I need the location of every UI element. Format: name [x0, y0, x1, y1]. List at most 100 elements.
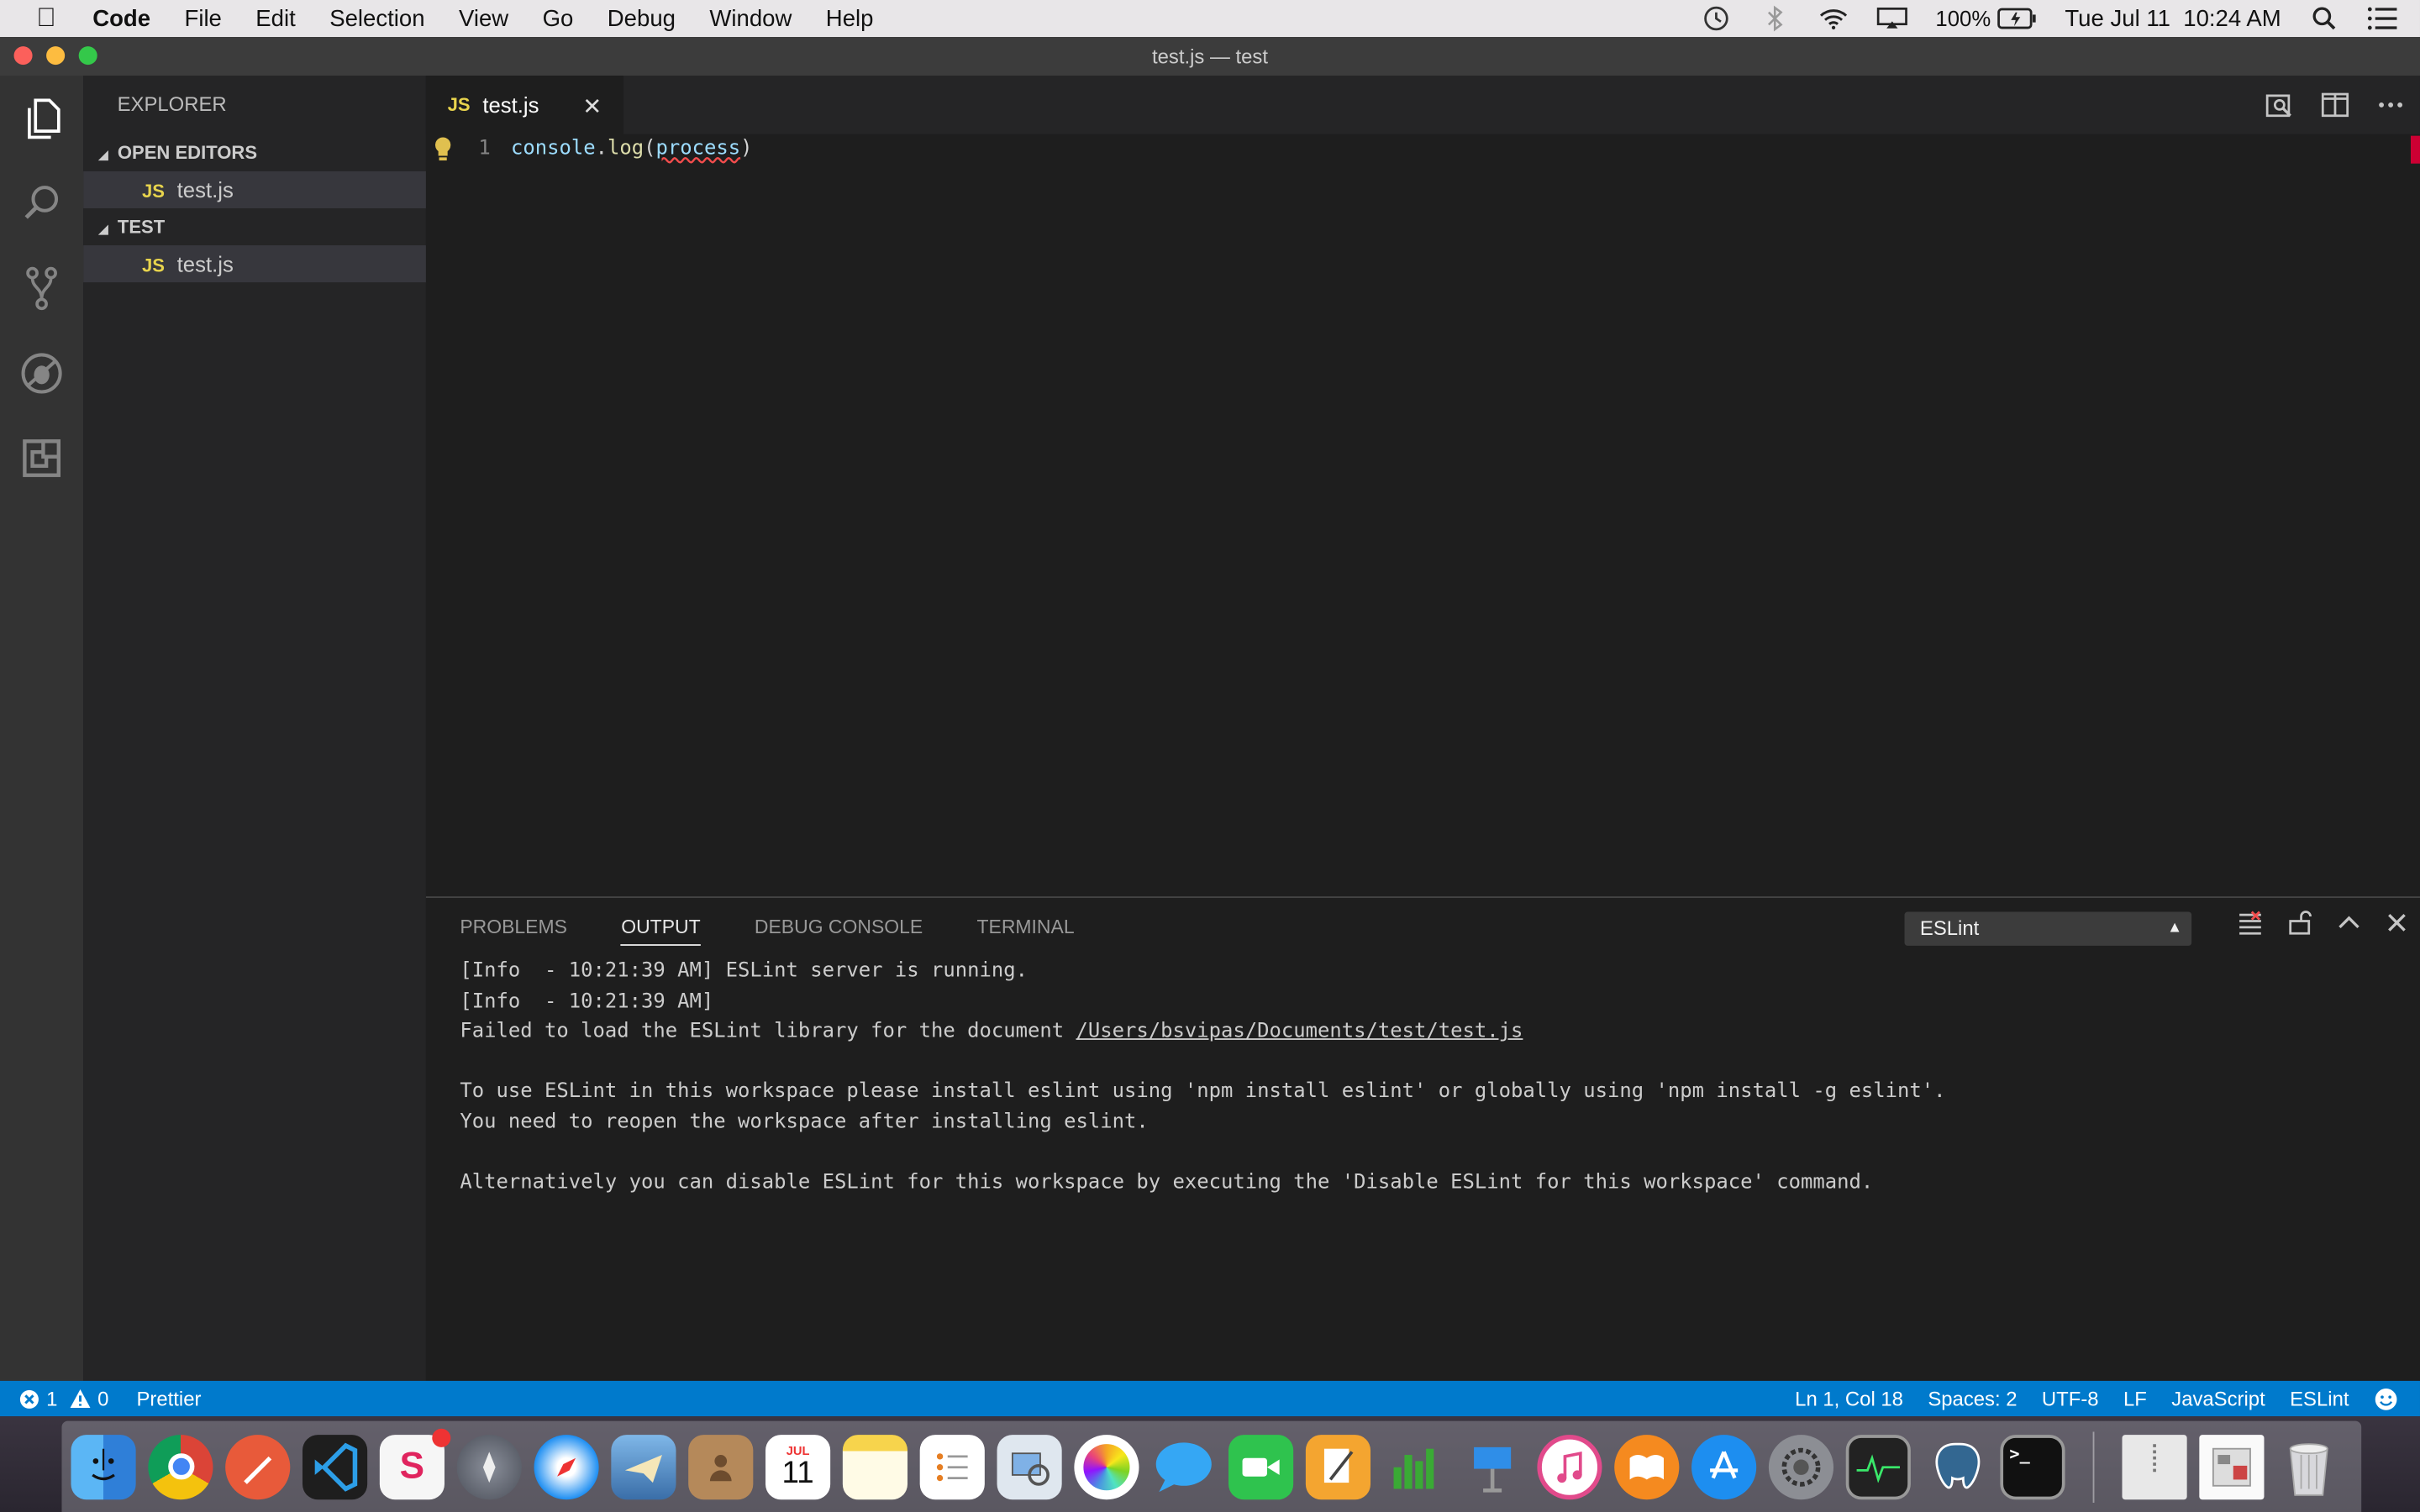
contacts-icon[interactable]: [688, 1434, 754, 1499]
output-log[interactable]: [Info - 10:21:39 AM] ESLint server is ru…: [460, 957, 1945, 1198]
menu-edit[interactable]: Edit: [255, 5, 295, 31]
eslint-status[interactable]: ESLint: [2290, 1387, 2349, 1410]
output-file-link[interactable]: /Users/bsvipas/Documents/test/test.js: [1076, 1020, 1523, 1043]
menu-selection[interactable]: Selection: [329, 5, 424, 31]
feedback-smiley-icon[interactable]: [2374, 1386, 2398, 1410]
scroll-lock-icon[interactable]: [2287, 911, 2312, 935]
wifi-icon[interactable]: [1818, 3, 1849, 34]
battery-icon: [1997, 8, 2036, 29]
keynote-icon[interactable]: [1460, 1434, 1525, 1499]
tab-problems[interactable]: PROBLEMS: [460, 916, 567, 946]
output-text: Failed to load the ESLint library for th…: [460, 1020, 1076, 1043]
search-activity[interactable]: [0, 160, 83, 245]
code-token-function: log: [607, 137, 644, 161]
messages-icon[interactable]: [1151, 1434, 1216, 1499]
close-window-button[interactable]: [13, 46, 33, 66]
notes-icon[interactable]: [842, 1434, 908, 1499]
maximize-panel-icon[interactable]: [2337, 915, 2361, 930]
menu-window[interactable]: Window: [709, 5, 792, 31]
extensions-activity[interactable]: [0, 415, 83, 500]
chrome-icon[interactable]: [148, 1434, 213, 1499]
debug-icon: [21, 352, 62, 393]
menu-app-name[interactable]: Code: [92, 5, 150, 31]
notification-center-icon[interactable]: [2367, 3, 2399, 34]
window-title: test.js — test: [1151, 45, 1268, 68]
photos-icon[interactable]: [1074, 1434, 1139, 1499]
vscode-icon[interactable]: [302, 1434, 368, 1499]
itunes-icon[interactable]: [1537, 1434, 1602, 1499]
numbers-icon[interactable]: [1383, 1434, 1448, 1499]
source-control-activity[interactable]: [0, 245, 83, 330]
facetime-icon[interactable]: [1228, 1434, 1294, 1499]
mail-icon[interactable]: [611, 1434, 676, 1499]
reminders-icon[interactable]: [919, 1434, 985, 1499]
launchpad-icon[interactable]: [456, 1434, 522, 1499]
tab-output[interactable]: OUTPUT: [621, 916, 701, 946]
app-store-icon[interactable]: [1691, 1434, 1757, 1499]
postgres-icon[interactable]: [1923, 1434, 1988, 1499]
calendar-icon[interactable]: JUL 11: [765, 1434, 831, 1499]
finder-icon[interactable]: [71, 1434, 136, 1499]
clear-output-icon[interactable]: [2238, 911, 2262, 935]
downloads-stack-icon[interactable]: [2199, 1434, 2265, 1499]
tab-debug-console[interactable]: DEBUG CONSOLE: [755, 916, 923, 946]
output-channel-select[interactable]: ESLint ▲: [1904, 911, 2192, 946]
menu-debug[interactable]: Debug: [608, 5, 676, 31]
battery-status[interactable]: 100%: [1935, 6, 2037, 31]
cursor-position[interactable]: Ln 1, Col 18: [1795, 1387, 1903, 1410]
minimize-window-button[interactable]: [46, 46, 66, 66]
indentation-status[interactable]: Spaces: 2: [1928, 1387, 2017, 1410]
menubar-clock[interactable]: Tue Jul 11 10:24 AM: [2065, 5, 2281, 31]
zip-archive-icon[interactable]: [2122, 1434, 2187, 1499]
pages-icon[interactable]: [1305, 1434, 1371, 1499]
lightbulb-icon[interactable]: [432, 136, 454, 164]
preview-icon[interactable]: [997, 1434, 1062, 1499]
output-line: To use ESLint in this workspace please i…: [460, 1079, 1946, 1104]
open-editors-section[interactable]: ◢ OPEN EDITORS: [83, 134, 426, 171]
debug-activity[interactable]: [0, 330, 83, 415]
open-preview-icon[interactable]: [2265, 91, 2293, 118]
menu-view[interactable]: View: [459, 5, 508, 31]
slack-icon[interactable]: S: [379, 1427, 451, 1499]
screen:  Code File Edit Selection View Go Debug…: [0, 0, 2420, 1512]
open-editor-item[interactable]: JS test.js: [83, 171, 426, 208]
folder-section[interactable]: ◢ TEST: [83, 208, 426, 245]
code-line[interactable]: console.log(process): [511, 137, 753, 160]
tab-test-js[interactable]: JS test.js ✕: [425, 75, 624, 134]
eol-status[interactable]: LF: [2123, 1387, 2147, 1410]
language-mode[interactable]: JavaScript: [2171, 1387, 2265, 1410]
zoom-window-button[interactable]: [78, 46, 97, 66]
ibooks-icon[interactable]: [1614, 1434, 1680, 1499]
close-panel-icon[interactable]: [2386, 912, 2408, 934]
airplay-icon[interactable]: [1876, 3, 1908, 34]
problems-status[interactable]: 1 0: [18, 1387, 108, 1410]
bottom-panel: PROBLEMS OUTPUT DEBUG CONSOLE TERMINAL E…: [425, 896, 2420, 1381]
trash-icon[interactable]: [2276, 1434, 2341, 1499]
pencil-app-icon[interactable]: [225, 1434, 291, 1499]
dock-divider: [2092, 1431, 2095, 1503]
system-preferences-icon[interactable]: [1768, 1434, 1834, 1499]
menu-go[interactable]: Go: [543, 5, 574, 31]
code-editor[interactable]: 1 console.log(process): [425, 134, 2420, 897]
encoding-status[interactable]: UTF-8: [2042, 1387, 2099, 1410]
folder-file-item[interactable]: JS test.js: [83, 245, 426, 283]
close-tab-icon[interactable]: ✕: [582, 92, 602, 120]
explorer-activity[interactable]: [0, 76, 83, 160]
time-machine-icon[interactable]: [1701, 3, 1732, 34]
terminal-icon[interactable]: >_: [2000, 1434, 2065, 1499]
more-actions-icon[interactable]: [2377, 100, 2405, 109]
tab-terminal[interactable]: TERMINAL: [977, 916, 1075, 946]
prettier-status[interactable]: Prettier: [136, 1387, 201, 1410]
split-editor-icon[interactable]: [2321, 92, 2349, 118]
menu-help[interactable]: Help: [826, 5, 874, 31]
spotlight-search-icon[interactable]: [2309, 3, 2340, 34]
activity-monitor-icon[interactable]: [1845, 1434, 1911, 1499]
bluetooth-icon[interactable]: [1760, 3, 1791, 34]
extensions-icon: [23, 438, 60, 476]
code-token-object: console: [510, 137, 596, 161]
menu-file[interactable]: File: [184, 5, 221, 31]
apple-menu-icon[interactable]: : [0, 3, 92, 34]
safari-icon[interactable]: [534, 1434, 599, 1499]
output-line: Alternatively you can disable ESLint for…: [460, 1170, 1874, 1194]
search-icon: [24, 185, 59, 218]
